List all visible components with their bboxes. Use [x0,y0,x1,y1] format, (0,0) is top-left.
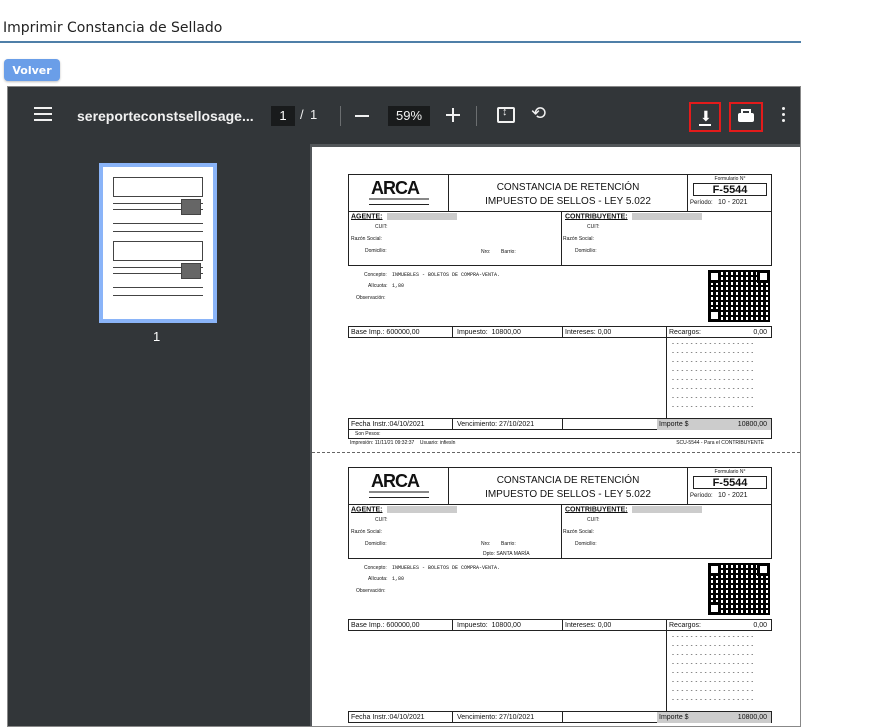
arca-logo: ARCA [371,178,420,198]
document-area: ARCA CONSTANCIA DE RETENCIÓN IMPUESTO DE … [310,144,800,726]
form-title: CONSTANCIA DE RETENCIÓN IMPUESTO DE SELLO… [485,475,651,500]
dash-lines: - - - - - - - - - - - - - - - - - -- - -… [672,634,754,703]
qr-code [708,563,770,615]
totals-row: Fecha Instr.:04/10/2021 Vencimiento: 27/… [348,418,772,430]
form-number-box: Formulario N° F-5544 Período: 10 - 2021 [687,175,773,211]
thumbnail-sidebar: 1 [8,144,310,726]
parties-section: AGENTE: CONTRIBUYENTE: CUIT: Razón Socia… [348,212,772,266]
print-info: Impresión: 11/11/21 09:32:37 Usuario: in… [350,440,456,446]
fit-page-icon[interactable] [497,106,515,123]
page-title: Imprimir Constancia de Sellado [3,20,223,36]
form-title: CONSTANCIA DE RETENCIÓN IMPUESTO DE SELLO… [485,182,651,207]
download-icon: ⬇ [700,108,712,124]
cut-line [312,452,800,453]
arca-logo: ARCA [371,471,420,491]
page-separator: / [300,107,304,122]
pdf-toolbar: sereporteconstsellosage... 1 / 1 59% ⟲ ⬇ [8,87,800,144]
form-header: ARCA CONSTANCIA DE RETENCIÓN IMPUESTO DE … [348,467,772,505]
pdf-page: ARCA CONSTANCIA DE RETENCIÓN IMPUESTO DE … [312,147,800,726]
toolbar-divider [340,106,341,126]
form-header: ARCA CONSTANCIA DE RETENCIÓN IMPUESTO DE … [348,174,772,212]
amounts-row: Base Imp.: 600000,00 Impuesto: 10800,00 … [348,326,772,338]
zoom-in-icon[interactable] [446,107,462,123]
concept-section: Concepto: INMUEBLES - BOLETOS DE COMPRA-… [356,272,501,301]
receipt-copy: ARCA CONSTANCIA DE RETENCIÓN IMPUESTO DE … [348,174,772,454]
toolbar-divider [476,106,477,126]
amounts-row: Base Imp.: 600000,00 Impuesto: 10800,00 … [348,619,772,631]
parties-section: AGENTE: CONTRIBUYENTE: CUIT: Razón Socia… [348,505,772,559]
page-thumbnail[interactable] [99,163,217,323]
son-pesos: Son Pesos: [348,430,772,439]
copy-label: SCU-5544 - Para el CONTRIBUYENTE [676,440,764,446]
download-button[interactable]: ⬇ [689,102,721,132]
title-divider [0,41,801,43]
print-button[interactable] [729,102,763,132]
pdf-viewer: sereporteconstsellosage... 1 / 1 59% ⟲ ⬇ [7,86,801,727]
qr-code [708,270,770,322]
receipt-copy: ARCA CONSTANCIA DE RETENCIÓN IMPUESTO DE … [348,467,772,726]
page-number-input[interactable]: 1 [271,106,295,126]
concept-section: Concepto: INMUEBLES - BOLETOS DE COMPRA-… [356,565,501,594]
rotate-icon[interactable]: ⟲ [531,103,546,124]
zoom-level[interactable]: 59% [388,106,430,126]
form-number-box: Formulario N° F-5544 Período: 10 - 2021 [687,468,773,504]
zoom-out-icon[interactable] [355,115,369,117]
back-button[interactable]: Volver [4,59,60,81]
totals-row: Fecha Instr.:04/10/2021 Vencimiento: 27/… [348,711,772,723]
more-vert-icon[interactable] [782,107,786,123]
hamburger-menu-icon[interactable] [34,107,52,121]
document-filename: sereporteconstsellosage... [77,108,254,124]
total-pages: 1 [310,107,318,122]
dash-lines: - - - - - - - - - - - - - - - - - -- - -… [672,341,754,410]
thumbnail-label: 1 [153,329,161,344]
